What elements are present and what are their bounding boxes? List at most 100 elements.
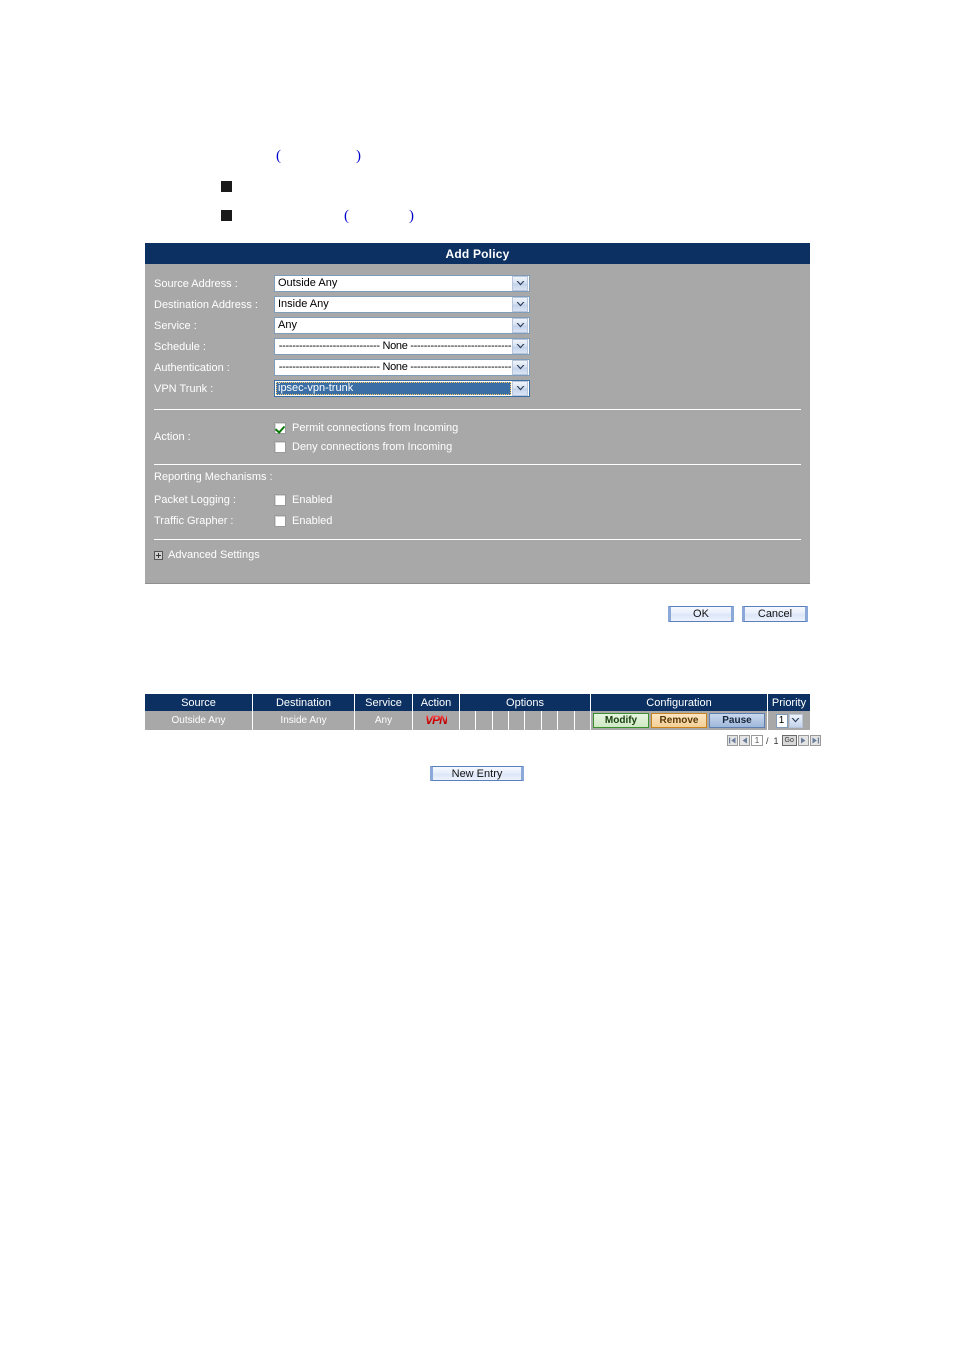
cell-option-6 xyxy=(541,711,559,730)
panel-body: Source Address : Outside Any Destination… xyxy=(145,264,810,584)
panel-title: Add Policy xyxy=(145,243,810,264)
field-list: Source Address : Outside Any Destination… xyxy=(145,264,810,409)
document-bullet-1 xyxy=(221,181,232,192)
priority-select[interactable]: 1 xyxy=(768,713,810,728)
action-label: Action : xyxy=(154,431,191,443)
modify-button[interactable]: Modify xyxy=(593,713,649,728)
plus-expander-icon[interactable] xyxy=(154,550,163,560)
report-row-packet-logging: Packet Logging : Enabled xyxy=(145,489,810,510)
cell-priority: 1 xyxy=(767,711,810,730)
source-address-value: Outside Any xyxy=(278,277,338,289)
document-paren-line-2: ( ) xyxy=(344,208,414,224)
field-row-destination-address: Destination Address : Inside Any xyxy=(145,294,810,315)
vpn-trunk-label: VPN Trunk : xyxy=(154,382,214,395)
field-row-vpn-trunk: VPN Trunk : ipsec-vpn-trunk xyxy=(145,378,810,399)
document-paren-line-1: ( ) xyxy=(276,148,361,164)
chevron-down-icon[interactable] xyxy=(512,297,528,312)
chevron-down-icon[interactable] xyxy=(512,339,528,354)
authentication-select[interactable]: ------------------------------ None ----… xyxy=(274,359,530,376)
new-entry-button[interactable]: New Entry xyxy=(430,766,524,781)
column-header-options: Options xyxy=(459,694,591,711)
first-page-icon[interactable] xyxy=(727,735,738,746)
cell-option-3 xyxy=(492,711,510,730)
cell-configuration: Modify Remove Pause xyxy=(590,711,768,730)
action-option-permit[interactable]: Permit connections from Incoming xyxy=(274,418,810,437)
service-select[interactable]: Any xyxy=(274,317,530,334)
policy-list-table: Source Destination Service Action Option… xyxy=(145,694,810,730)
traffic-grapher-enabled-label: Enabled xyxy=(292,514,333,527)
last-page-icon[interactable] xyxy=(809,735,821,746)
page-number-input[interactable]: 1 xyxy=(751,735,763,746)
form-button-bar: OK Cancel xyxy=(668,606,808,622)
action-options: Permit connections from Incoming Deny co… xyxy=(274,418,810,456)
field-row-schedule: Schedule : -----------------------------… xyxy=(145,336,810,357)
action-option-deny-label: Deny connections from Incoming xyxy=(292,440,453,453)
chevron-down-icon[interactable] xyxy=(788,713,803,728)
advanced-settings-label: Advanced Settings xyxy=(168,549,260,561)
authentication-label: Authentication : xyxy=(154,361,230,374)
reporting-title: Reporting Mechanisms : xyxy=(154,471,273,483)
vpn-trunk-select[interactable]: ipsec-vpn-trunk xyxy=(274,380,530,397)
pager-separator: / xyxy=(766,735,769,746)
report-row-traffic-grapher: Traffic Grapher : Enabled xyxy=(145,510,810,531)
checkbox-traffic-grapher-icon[interactable] xyxy=(274,514,286,527)
checkbox-permit-icon[interactable] xyxy=(274,421,286,434)
vpn-trunk-value: ipsec-vpn-trunk xyxy=(276,382,511,395)
source-address-label: Source Address : xyxy=(154,277,238,290)
document-bullet-2 xyxy=(221,210,232,221)
previous-page-icon[interactable] xyxy=(739,735,750,746)
ok-button[interactable]: OK xyxy=(668,606,734,622)
traffic-grapher-label: Traffic Grapher : xyxy=(154,514,234,527)
cell-source: Outside Any xyxy=(145,711,253,730)
table-row: Outside Any Inside Any Any VPN Modify Re… xyxy=(145,711,810,730)
authentication-value: ------------------------------ None ----… xyxy=(278,361,512,373)
cell-option-4 xyxy=(508,711,526,730)
cell-action: VPN xyxy=(412,711,460,730)
schedule-value: ------------------------------ None ----… xyxy=(278,340,512,352)
chevron-down-icon[interactable] xyxy=(512,381,528,396)
field-row-source-address: Source Address : Outside Any xyxy=(145,273,810,294)
go-button[interactable]: Go xyxy=(781,735,797,746)
destination-address-value: Inside Any xyxy=(278,298,329,310)
cell-option-1 xyxy=(459,711,477,730)
table-header-row: Source Destination Service Action Option… xyxy=(145,694,810,711)
chevron-down-icon[interactable] xyxy=(512,318,528,333)
field-row-service: Service : Any xyxy=(145,315,810,336)
remove-button[interactable]: Remove xyxy=(651,713,707,728)
column-header-action: Action xyxy=(412,694,460,711)
service-value: Any xyxy=(278,319,297,331)
cell-option-2 xyxy=(475,711,493,730)
reporting-section: Reporting Mechanisms : Packet Logging : … xyxy=(145,465,810,539)
column-header-priority: Priority xyxy=(767,694,810,711)
column-header-source: Source xyxy=(145,694,253,711)
pause-button[interactable]: Pause xyxy=(709,713,765,728)
cell-option-8 xyxy=(574,711,592,730)
chevron-down-icon[interactable] xyxy=(512,360,528,375)
destination-address-select[interactable]: Inside Any xyxy=(274,296,530,313)
add-policy-panel: Add Policy Source Address : Outside Any … xyxy=(145,243,810,584)
cell-option-5 xyxy=(524,711,542,730)
packet-logging-enabled-label: Enabled xyxy=(292,493,333,506)
column-header-service: Service xyxy=(354,694,413,711)
pager-total-pages: 1 xyxy=(773,735,779,746)
column-header-configuration: Configuration xyxy=(590,694,768,711)
pagination-bar: 1 / 1 Go xyxy=(727,735,821,746)
priority-value[interactable]: 1 xyxy=(775,713,788,728)
next-page-icon[interactable] xyxy=(797,735,809,746)
schedule-label: Schedule : xyxy=(154,340,206,353)
cell-service: Any xyxy=(354,711,413,730)
action-option-deny[interactable]: Deny connections from Incoming xyxy=(274,437,810,456)
field-row-authentication: Authentication : -----------------------… xyxy=(145,357,810,378)
cell-destination: Inside Any xyxy=(252,711,355,730)
source-address-select[interactable]: Outside Any xyxy=(274,275,530,292)
cancel-button[interactable]: Cancel xyxy=(742,606,808,622)
destination-address-label: Destination Address : xyxy=(154,298,258,311)
chevron-down-icon[interactable] xyxy=(512,276,528,291)
advanced-settings-toggle[interactable]: Advanced Settings xyxy=(145,540,810,583)
checkbox-deny-icon[interactable] xyxy=(274,440,286,453)
panel-title-text: Add Policy xyxy=(445,246,510,261)
checkbox-packet-logging-icon[interactable] xyxy=(274,493,286,506)
schedule-select[interactable]: ------------------------------ None ----… xyxy=(274,338,530,355)
packet-logging-label: Packet Logging : xyxy=(154,493,236,506)
column-header-destination: Destination xyxy=(252,694,355,711)
